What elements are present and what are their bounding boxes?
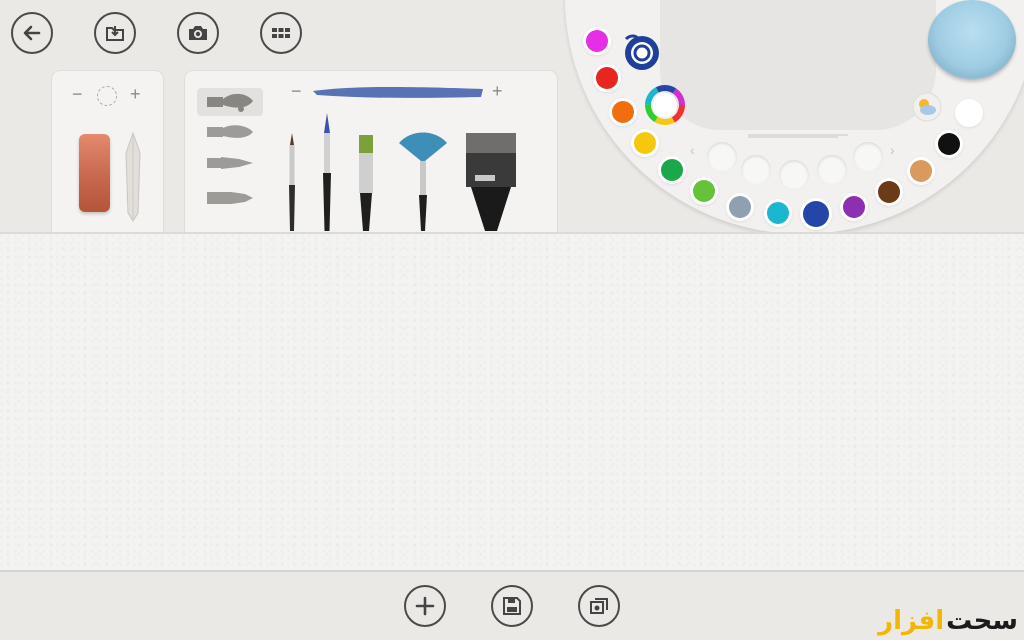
save-disk-icon bbox=[503, 597, 521, 615]
size-preview bbox=[97, 86, 117, 106]
bottom-app-bar: افزار سحت bbox=[0, 572, 1024, 640]
share-photos-icon bbox=[590, 598, 608, 614]
brush-size-decrease-button[interactable]: − bbox=[291, 82, 302, 100]
mixing-area-divider bbox=[748, 136, 838, 138]
round-brush-blue[interactable] bbox=[319, 111, 335, 231]
size-decrease-button[interactable]: − bbox=[72, 85, 83, 103]
color-swatch-brown[interactable] bbox=[878, 181, 900, 203]
color-swatch-tan[interactable] bbox=[910, 160, 932, 182]
back-arrow-icon bbox=[23, 25, 41, 41]
wells-scroll-left-icon[interactable]: ‹ bbox=[690, 142, 695, 158]
blending-stump-icon[interactable] bbox=[122, 131, 144, 223]
gallery-button[interactable] bbox=[260, 12, 302, 54]
watermark-part1: افزار bbox=[878, 606, 945, 636]
drawing-canvas[interactable] bbox=[0, 232, 1024, 572]
brush-stroke-preview bbox=[313, 86, 483, 98]
pen-brush-type-icon[interactable] bbox=[205, 154, 257, 172]
color-swatch-yellow[interactable] bbox=[634, 132, 656, 154]
color-swatch-orange[interactable] bbox=[612, 101, 634, 123]
eraser-panel: − + bbox=[52, 71, 163, 232]
mixing-well[interactable] bbox=[707, 142, 737, 172]
mixing-area[interactable] bbox=[660, 0, 936, 136]
top-toolbar: − + − + ‹ › bbox=[0, 0, 1024, 234]
brush-size-increase-button[interactable]: + bbox=[492, 82, 503, 100]
water-jar[interactable] bbox=[928, 0, 1016, 80]
mixing-well[interactable] bbox=[817, 155, 847, 185]
round-brush-small[interactable] bbox=[285, 131, 299, 231]
color-swatch-red[interactable] bbox=[596, 67, 618, 89]
share-button[interactable] bbox=[578, 585, 620, 627]
site-watermark: افزار سحت bbox=[878, 606, 1018, 636]
oil-brush-type-icon[interactable] bbox=[205, 123, 257, 141]
color-swatch-light-green[interactable] bbox=[693, 180, 715, 202]
fan-brush[interactable] bbox=[395, 129, 451, 231]
pencil-brush-type-icon[interactable] bbox=[205, 189, 257, 207]
watermark-part2: سحت bbox=[946, 606, 1018, 636]
mixing-well[interactable] bbox=[853, 142, 883, 172]
import-folder-icon bbox=[106, 26, 124, 41]
camera-button[interactable] bbox=[177, 12, 219, 54]
import-button[interactable] bbox=[94, 12, 136, 54]
color-swatch-green[interactable] bbox=[661, 159, 683, 181]
watercolor-brush-type-icon[interactable] bbox=[205, 91, 257, 113]
water-brush-icon[interactable] bbox=[620, 33, 664, 73]
color-swatch-magenta[interactable] bbox=[586, 30, 608, 52]
color-swatch-cyan[interactable] bbox=[767, 202, 789, 224]
wells-scroll-right-icon[interactable]: › bbox=[890, 142, 895, 158]
color-swatch-white[interactable] bbox=[958, 102, 980, 124]
color-swatch-purple[interactable] bbox=[843, 196, 865, 218]
size-increase-button[interactable]: + bbox=[130, 85, 141, 103]
eraser-tool[interactable] bbox=[79, 134, 110, 212]
add-button[interactable] bbox=[404, 585, 446, 627]
color-wheel-icon[interactable] bbox=[645, 85, 685, 125]
color-swatch-black[interactable] bbox=[938, 133, 960, 155]
save-button[interactable] bbox=[491, 585, 533, 627]
flat-brush-green[interactable] bbox=[355, 133, 377, 231]
plus-icon bbox=[415, 596, 435, 616]
color-swatch-blue-selected[interactable] bbox=[803, 201, 829, 227]
camera-icon bbox=[189, 26, 207, 40]
grid-icon bbox=[272, 28, 290, 38]
color-swatch-gray-blue[interactable] bbox=[729, 196, 751, 218]
back-button[interactable] bbox=[11, 12, 53, 54]
mixing-well[interactable] bbox=[741, 155, 771, 185]
mixing-well[interactable] bbox=[779, 160, 809, 190]
drying-icon[interactable] bbox=[912, 92, 942, 122]
wide-flat-brush[interactable] bbox=[463, 131, 519, 231]
brush-panel: − + bbox=[185, 71, 557, 232]
